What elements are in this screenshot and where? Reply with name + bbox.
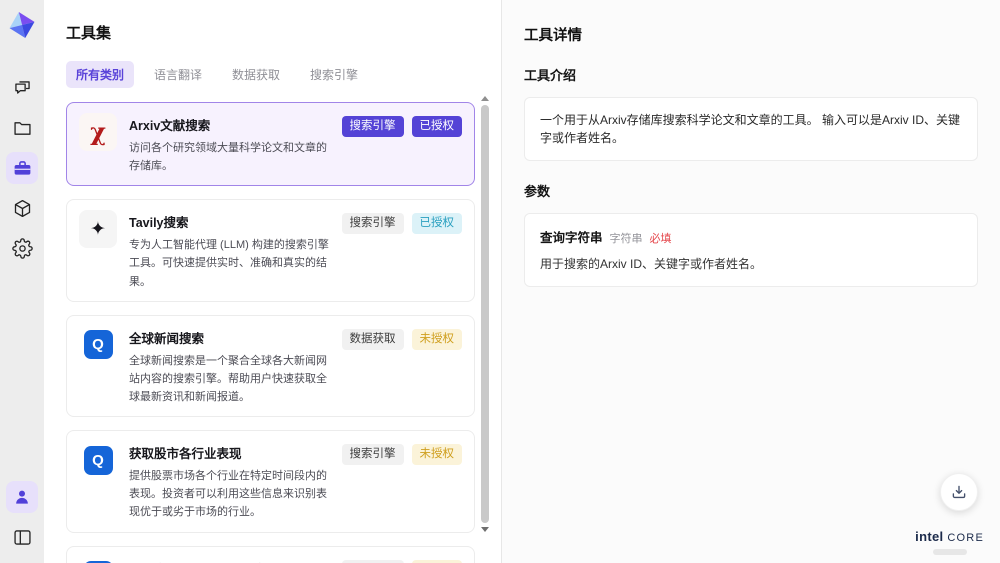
core-wordmark: CORE — [947, 532, 984, 544]
tool-description: 提供股票市场各个行业在特定时间段内的表现。投资者可以利用这些信息来识别表现优于或… — [129, 470, 327, 519]
tab-label: 语言翻译 — [154, 68, 203, 82]
tab-label: 数据获取 — [232, 68, 281, 82]
scroll-up-arrow-icon[interactable] — [481, 96, 489, 101]
tool-list: χ Arxiv文献搜索 访问各个研究领域大量科学论文和文章的存储库。 搜索引擎 … — [66, 102, 475, 563]
tool-card[interactable]: ✦ Tavily搜索 专为人工智能代理 (LLM) 构建的搜索引擎工具。可快速提… — [66, 199, 475, 302]
tool-badges: 搜索引擎 未授权 — [341, 557, 462, 563]
param-box: 查询字符串 字符串 必填 用于搜索的Arxiv ID、关键字或作者姓名。 — [524, 213, 978, 287]
tab-label: 所有类别 — [76, 68, 125, 82]
intro-heading: 工具介绍 — [524, 68, 577, 83]
tool-name: 获取股市各行业表现 — [129, 447, 242, 462]
cube-icon[interactable] — [6, 192, 38, 224]
app-window: 工具集 所有类别 语言翻译 数据获取 搜索引擎 χ Arxiv文献搜索 访问各个… — [0, 0, 1000, 563]
param-description: 用于搜索的Arxiv ID、关键字或作者姓名。 — [540, 257, 763, 271]
param-header: 查询字符串 字符串 必填 — [540, 227, 962, 246]
auth-status-badge: 已授权 — [411, 116, 462, 137]
intel-sub-brand — [932, 549, 967, 555]
param-required-badge: 必填 — [649, 233, 672, 245]
tab-label: 搜索引擎 — [310, 68, 359, 82]
nav-rail — [0, 0, 44, 563]
intel-wordmark: intel — [915, 529, 944, 544]
toolbox-icon[interactable] — [6, 152, 38, 184]
category-badge: 搜索引擎 — [341, 559, 404, 563]
gear-icon[interactable] — [6, 232, 38, 264]
tool-text: 获取市场最活跃股票信息 提供当天交易量最高的股票列表。投资者可以利用这些信息来识… — [129, 557, 330, 563]
category-tab[interactable]: 语言翻译 — [144, 61, 212, 88]
category-tab[interactable]: 搜索引擎 — [300, 61, 368, 88]
auth-status-badge: 未授权 — [411, 444, 462, 466]
qnews-icon: Q — [79, 557, 117, 563]
category-badge: 搜索引擎 — [341, 444, 404, 466]
tavily-icon: ✦ — [79, 210, 117, 249]
tool-description: 全球新闻搜索是一个聚合全球各大新闻网站内容的搜索引擎。帮助用户快速获取全球最新资… — [129, 354, 327, 403]
gem-logo-icon[interactable] — [5, 8, 39, 42]
arxiv-icon: χ — [79, 113, 117, 151]
tools-panel: 工具集 所有类别 语言翻译 数据获取 搜索引擎 χ Arxiv文献搜索 访问各个… — [44, 0, 502, 563]
tool-text: Tavily搜索 专为人工智能代理 (LLM) 构建的搜索引擎工具。可快速提供实… — [129, 210, 330, 290]
param-type: 字符串 — [609, 233, 643, 245]
tool-details-panel: 工具详情 工具介绍 一个用于从Arxiv存储库搜索科学论文和文章的工具。 输入可… — [502, 0, 1000, 563]
scrollbar-thumb[interactable] — [481, 105, 489, 523]
category-badge: 搜索引擎 — [341, 116, 404, 137]
intro-text: 一个用于从Arxiv存储库搜索科学论文和文章的工具。 输入可以是Arxiv ID… — [540, 113, 961, 145]
tool-card[interactable]: Q 获取股市各行业表现 提供股票市场各个行业在特定时间段内的表现。投资者可以利用… — [66, 430, 475, 533]
category-tab[interactable]: 数据获取 — [222, 61, 290, 88]
user-icon[interactable] — [6, 481, 38, 513]
intro-box: 一个用于从Arxiv存储库搜索科学论文和文章的工具。 输入可以是Arxiv ID… — [524, 97, 978, 161]
tool-badges: 搜索引擎 已授权 — [341, 210, 462, 235]
intel-core-logo: intel CORE — [915, 528, 984, 555]
tool-name: Tavily搜索 — [129, 216, 189, 231]
tool-badges: 数据获取 未授权 — [341, 326, 462, 350]
panel-layout-icon[interactable] — [6, 521, 38, 553]
tool-text: Arxiv文献搜索 访问各个研究领域大量科学论文和文章的存储库。 — [129, 113, 330, 175]
qnews-icon: Q — [79, 326, 117, 364]
tool-name: 获取市场最活跃股票信息 — [129, 559, 330, 563]
tools-panel-title: 工具集 — [66, 25, 112, 42]
tool-card[interactable]: Q 获取市场最活跃股票信息 提供当天交易量最高的股票列表。投资者可以利用这些信息… — [66, 545, 475, 563]
tool-name: Arxiv文献搜索 — [129, 119, 211, 133]
scrollbar[interactable] — [481, 96, 489, 532]
auth-status-badge: 未授权 — [411, 328, 462, 350]
category-tabs: 所有类别 语言翻译 数据获取 搜索引擎 — [66, 61, 475, 88]
tool-card[interactable]: Q 全球新闻搜索 全球新闻搜索是一个聚合全球各大新闻网站内容的搜索引擎。帮助用户… — [66, 314, 475, 418]
auth-status-badge: 已授权 — [411, 213, 462, 235]
tool-badges: 搜索引擎 已授权 — [341, 113, 462, 137]
tool-description: 专为人工智能代理 (LLM) 构建的搜索引擎工具。可快速提供实时、准确和真实的结… — [129, 239, 329, 288]
category-tab[interactable]: 所有类别 — [66, 61, 135, 88]
tool-name: 全球新闻搜索 — [129, 331, 205, 346]
download-icon — [952, 485, 966, 499]
tool-badges: 搜索引擎 未授权 — [341, 441, 462, 466]
category-badge: 数据获取 — [341, 328, 404, 350]
param-name: 查询字符串 — [540, 231, 603, 245]
category-badge: 搜索引擎 — [341, 213, 404, 235]
qnews-icon: Q — [79, 441, 117, 479]
details-title: 工具详情 — [524, 28, 582, 44]
download-button[interactable] — [940, 473, 978, 511]
tool-description: 访问各个研究领域大量科学论文和文章的存储库。 — [129, 142, 327, 173]
params-heading: 参数 — [524, 184, 551, 199]
tool-text: 获取股市各行业表现 提供股票市场各个行业在特定时间段内的表现。投资者可以利用这些… — [129, 441, 330, 521]
tool-card[interactable]: χ Arxiv文献搜索 访问各个研究领域大量科学论文和文章的存储库。 搜索引擎 … — [66, 102, 475, 187]
chat-icon[interactable] — [6, 72, 38, 104]
auth-status-badge: 未授权 — [411, 559, 462, 563]
scroll-down-arrow-icon[interactable] — [481, 527, 489, 532]
tool-text: 全球新闻搜索 全球新闻搜索是一个聚合全球各大新闻网站内容的搜索引擎。帮助用户快速… — [129, 326, 330, 406]
folder-icon[interactable] — [6, 112, 38, 144]
